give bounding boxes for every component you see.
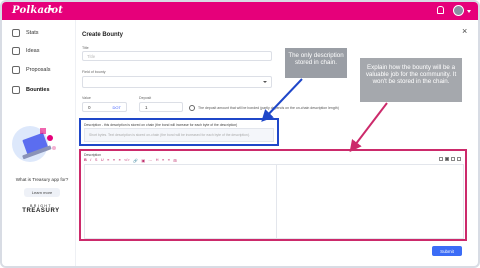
ideas-icon	[12, 47, 20, 55]
code-button[interactable]: </>	[124, 158, 130, 162]
align-left-button[interactable]: ≡	[162, 158, 164, 162]
deposit-note: The deposit amount that will be bonded (…	[198, 106, 339, 110]
rich-description-section: Description B I S U ≡ ≡ ❝ </> 🔗 ▣ ⋯ H ≡ …	[79, 149, 467, 241]
chain-description-section: Description - this description is stored…	[79, 118, 279, 146]
split-view-icon[interactable]	[445, 157, 449, 161]
sidebar-item-label: Stats	[26, 30, 39, 36]
bounties-icon	[12, 86, 20, 94]
brand-bottom-text: TREASURY	[22, 208, 60, 214]
chain-description-input[interactable]: Short bytes. Text description is stored …	[84, 128, 274, 142]
sidebar-item-label: Bounties	[26, 87, 50, 93]
more-button[interactable]: ⋯	[148, 158, 152, 163]
value-label: Value	[82, 96, 91, 100]
align-right-button[interactable]: ≡	[168, 158, 170, 162]
avatar[interactable]	[453, 5, 464, 16]
value-number: 0	[88, 104, 91, 110]
field-of-bounty-select[interactable]	[82, 76, 272, 88]
sidebar: Stats Ideas Proposals Bounties What is T…	[2, 20, 76, 266]
ordered-list-button[interactable]: ≡	[113, 158, 115, 162]
stats-icon	[12, 29, 20, 37]
fullscreen-icon[interactable]	[457, 157, 461, 161]
editor-view-toggles	[439, 157, 461, 161]
submit-button[interactable]: Submit	[432, 246, 462, 256]
sidebar-item-label: Proposals	[26, 67, 51, 73]
sidebar-item-bounties[interactable]: Bounties	[12, 83, 50, 97]
info-icon[interactable]	[189, 105, 195, 111]
preview-view-icon[interactable]	[451, 157, 455, 161]
strike-button[interactable]: S	[95, 158, 98, 162]
heading-button[interactable]: H	[156, 158, 159, 162]
arrow-to-rich-description	[349, 102, 388, 153]
editor-textarea[interactable]	[84, 164, 464, 239]
sidebar-item-ideas[interactable]: Ideas	[12, 44, 39, 58]
chevron-down-icon	[263, 81, 267, 83]
sidebar-item-stats[interactable]: Stats	[12, 26, 39, 40]
editor-toolbar: B I S U ≡ ≡ ❝ </> 🔗 ▣ ⋯ H ≡ ≡ ⊞	[84, 157, 464, 163]
chevron-down-icon[interactable]	[467, 10, 471, 13]
callout-chain: The only description stored in chain.	[285, 48, 347, 78]
sidebar-item-label: Ideas	[26, 48, 40, 54]
editor-divider	[276, 165, 277, 238]
italic-button[interactable]: I	[90, 158, 91, 162]
page-title: Create Bounty	[82, 32, 124, 38]
deposit-input: 1	[139, 102, 183, 112]
top-bar: Polkadot	[2, 2, 478, 20]
proposals-icon	[12, 66, 20, 74]
bright-treasury-logo: BRIGHT TREASURY	[19, 204, 63, 214]
bell-icon[interactable]	[437, 6, 444, 14]
image-button[interactable]: ▣	[141, 158, 145, 163]
value-unit: DOT	[112, 104, 121, 110]
quote-button[interactable]: ❝	[119, 158, 121, 163]
table-button[interactable]: ⊞	[173, 158, 176, 163]
field-of-bounty-label: Field of bounty	[82, 70, 106, 74]
app-logo[interactable]: Polkadot	[12, 5, 63, 16]
deposit-label: Deposit	[139, 96, 152, 100]
treasury-illustration	[12, 126, 56, 162]
edit-view-icon[interactable]	[439, 157, 443, 161]
callout-community: Explain how the bounty will be a valuabl…	[360, 58, 462, 102]
bold-button[interactable]: B	[84, 158, 87, 162]
value-input[interactable]: 0 DOT	[82, 102, 127, 112]
app-window: Polkadot Stats Ideas Proposals Bounties	[0, 0, 480, 268]
title-input[interactable]: Title	[82, 51, 272, 61]
link-button[interactable]: 🔗	[133, 158, 138, 163]
treasury-question: What is Treasury app for?	[15, 177, 69, 182]
underline-button[interactable]: U	[101, 158, 104, 162]
learn-more-button[interactable]: Learn more	[24, 188, 60, 197]
close-icon[interactable]: ×	[462, 26, 467, 36]
title-label: Title	[82, 46, 89, 50]
list-button[interactable]: ≡	[107, 158, 109, 162]
sidebar-item-proposals[interactable]: Proposals	[12, 63, 50, 77]
chain-description-label: Description - this description is stored…	[84, 123, 238, 127]
chevron-down-icon[interactable]	[49, 8, 53, 11]
